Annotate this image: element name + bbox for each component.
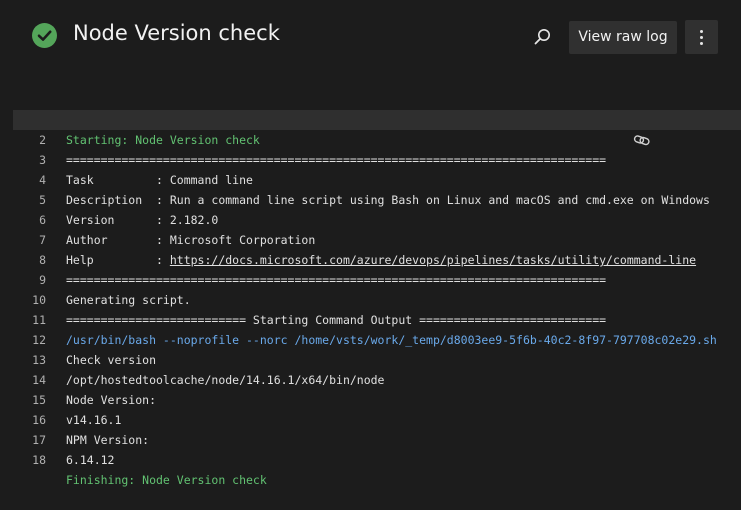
log-line: 16 NPM Version: <box>0 390 741 447</box>
log-line: 7 Help : https://docs.microsoft.com/azur… <box>0 210 741 267</box>
copy-link-button[interactable] <box>591 113 650 146</box>
log-line: 17 6.14.12 <box>0 410 741 467</box>
line-text: 6.14.12 <box>66 453 115 467</box>
check-circle-icon <box>32 23 57 48</box>
log-line: 3 Task : Command line <box>0 130 741 187</box>
log-line: 14 Node Version: <box>0 350 741 407</box>
log-line: 15 v14.16.1 <box>0 370 741 427</box>
search-icon <box>534 29 550 45</box>
more-options-button[interactable] <box>685 20 718 54</box>
page-title: Node Version check <box>73 21 280 45</box>
log-header: Node Version check View raw log <box>0 0 741 72</box>
view-raw-log-button[interactable]: View raw log <box>569 21 677 54</box>
search-button[interactable] <box>529 24 555 50</box>
log-line: 9 Generating script. <box>0 250 741 307</box>
log-line: 11 /usr/bin/bash --noprofile --norc /hom… <box>0 290 741 347</box>
log-line: 18 Finishing: Node Version check <box>0 430 741 487</box>
line-text: Finishing: Node Version check <box>66 473 267 487</box>
log-line: 10 ========================== Starting C… <box>0 270 741 327</box>
log-output[interactable]: 1 Starting: Node Version check 2 =======… <box>0 90 741 487</box>
log-line: 4 Description : Run a command line scrip… <box>0 150 741 207</box>
log-line: 1 Starting: Node Version check <box>0 90 741 147</box>
line-number: 18 <box>32 453 46 467</box>
log-line: 6 Author : Microsoft Corporation <box>0 190 741 247</box>
log-line-highlighted[interactable]: 2 ======================================… <box>0 110 741 167</box>
log-line: 12 Check version <box>0 310 741 367</box>
log-line: 5 Version : 2.182.0 <box>0 170 741 227</box>
log-line: 13 /opt/hostedtoolcache/node/14.16.1/x64… <box>0 330 741 387</box>
log-line: 8 ======================================… <box>0 230 741 287</box>
